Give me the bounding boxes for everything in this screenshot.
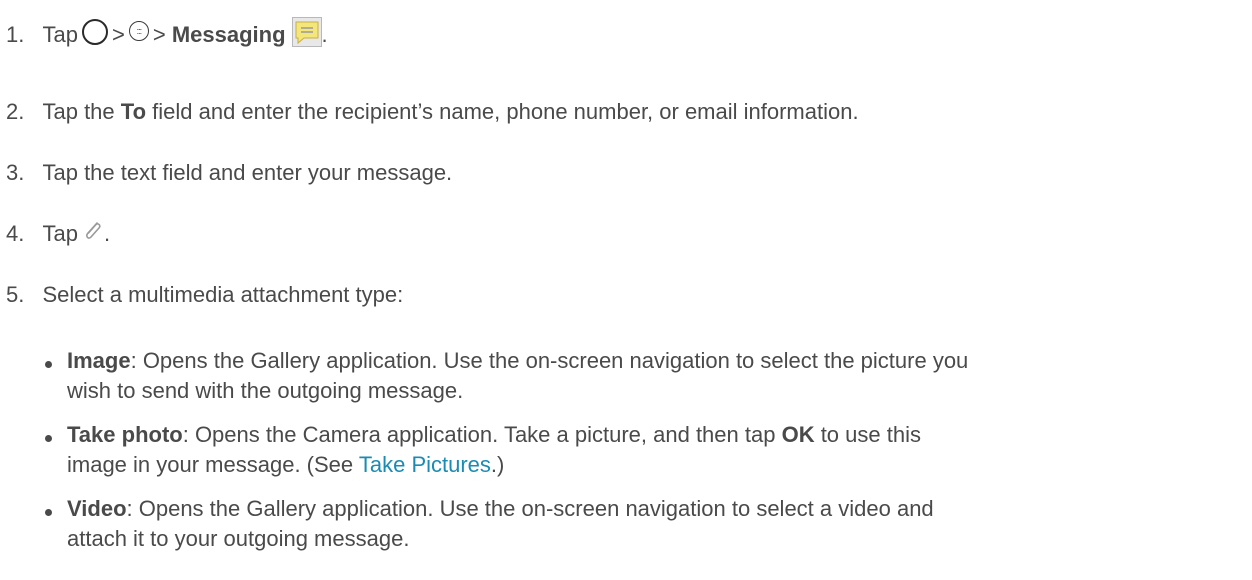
step-number: 2. <box>6 99 25 124</box>
bullet-term: Video <box>67 496 127 521</box>
separator: > <box>111 22 125 47</box>
bullet-dot <box>45 509 52 516</box>
bullet-take-photo-line-2: image in your message. (See Take Picture… <box>67 450 504 480</box>
step-1: 1. Tap >::: > Messaging. <box>6 17 328 51</box>
bullet-text: : Opens the Gallery application. Use the… <box>130 348 969 373</box>
step-3: 3. Tap the text field and enter your mes… <box>6 158 452 188</box>
bullet-text: image in your message. (See <box>67 452 359 477</box>
step-text: Tap the text field and enter your messag… <box>42 160 453 185</box>
paperclip-icon <box>82 219 104 243</box>
bullet-take-photo-line-1: Take photo: Opens the Camera application… <box>67 420 921 450</box>
ok-label: OK <box>781 422 815 447</box>
step-number: 1. <box>6 22 25 47</box>
step-end: . <box>103 221 111 246</box>
step-end: . <box>321 22 328 47</box>
app-name: Messaging <box>171 22 286 47</box>
bullet-text: .) <box>490 452 505 477</box>
bullet-text: : Opens the Gallery application. Use the… <box>126 496 934 521</box>
step-text: field and enter the recipient’s name, ph… <box>146 99 859 124</box>
bullet-video-line-1: Video: Opens the Gallery application. Us… <box>67 494 934 524</box>
home-circle-icon <box>81 19 108 46</box>
step-5: 5. Select a multimedia attachment type: <box>6 280 403 310</box>
step-text: Tap <box>42 221 78 246</box>
bullet-term: Image <box>67 348 131 373</box>
bullet-dot <box>45 435 52 442</box>
bullet-text: wish to send with the outgoing message. <box>67 378 464 403</box>
step-number: 5. <box>6 282 25 307</box>
step-4: 4. Tap. <box>6 219 110 249</box>
bullet-image-line-1: Image: Opens the Gallery application. Us… <box>67 346 968 376</box>
step-2: 2. Tap the To field and enter the recipi… <box>6 97 859 127</box>
bullet-text: to use this <box>814 422 921 447</box>
step-number: 4. <box>6 221 25 246</box>
step-text: Tap <box>42 22 78 47</box>
apps-grid-icon: ::: <box>128 21 149 42</box>
bullet-video-line-2: attach it to your outgoing message. <box>67 524 409 554</box>
step-text: Tap the <box>42 99 121 124</box>
bullet-dot <box>45 361 52 368</box>
field-name: To <box>120 99 147 124</box>
bullet-text: : Opens the Camera application. Take a p… <box>182 422 782 447</box>
take-pictures-link[interactable]: Take Pictures <box>359 452 491 477</box>
bullet-image-line-2: wish to send with the outgoing message. <box>67 376 463 406</box>
bullet-text: attach it to your outgoing message. <box>67 526 410 551</box>
messaging-app-icon <box>291 17 322 48</box>
separator: > <box>152 22 166 47</box>
step-number: 3. <box>6 160 25 185</box>
step-text: Select a multimedia attachment type: <box>42 282 404 307</box>
bullet-term: Take photo <box>67 422 183 447</box>
